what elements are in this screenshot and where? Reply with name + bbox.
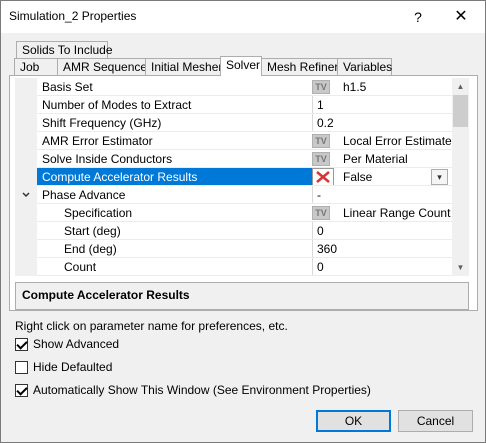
checkbox-box[interactable] bbox=[15, 384, 28, 397]
property-value[interactable]: Local Error Estimate bbox=[343, 132, 452, 150]
property-name[interactable]: Compute Accelerator Results bbox=[42, 168, 197, 186]
scroll-thumb[interactable] bbox=[453, 95, 468, 127]
property-row[interactable]: Specification TV Linear Range Count bbox=[15, 204, 452, 222]
property-value[interactable]: 0.2 bbox=[317, 114, 334, 132]
property-name[interactable]: Phase Advance bbox=[42, 186, 125, 204]
scroll-down-icon[interactable]: ▼ bbox=[452, 259, 469, 276]
tv-icon[interactable]: TV bbox=[312, 134, 330, 148]
row-gutter bbox=[15, 114, 37, 132]
property-row[interactable]: Count 0 bbox=[15, 258, 452, 276]
row-divider bbox=[37, 275, 452, 276]
property-value[interactable]: h1.5 bbox=[343, 78, 366, 96]
property-row[interactable]: Number of Modes to Extract 1 bbox=[15, 96, 452, 114]
property-row[interactable]: Phase Advance - bbox=[15, 186, 452, 204]
row-gutter bbox=[15, 204, 37, 222]
column-separator bbox=[312, 240, 313, 258]
checkbox-label: Hide Defaulted bbox=[33, 360, 113, 374]
checkbox-label: Show Advanced bbox=[33, 337, 120, 351]
scroll-up-icon[interactable]: ▲ bbox=[452, 78, 469, 95]
ok-button[interactable]: OK bbox=[316, 410, 391, 432]
window-title: Simulation_2 Properties bbox=[9, 9, 137, 23]
row-gutter bbox=[15, 168, 37, 186]
false-x-icon[interactable] bbox=[312, 168, 334, 186]
property-name[interactable]: Solve Inside Conductors bbox=[42, 150, 172, 168]
property-name[interactable]: Count bbox=[64, 258, 96, 276]
close-icon[interactable]: ✕ bbox=[447, 4, 475, 30]
row-gutter bbox=[15, 78, 37, 96]
tv-icon[interactable]: TV bbox=[312, 152, 330, 166]
property-value[interactable]: - bbox=[317, 186, 321, 204]
property-row[interactable]: End (deg) 360 bbox=[15, 240, 452, 258]
property-name[interactable]: Basis Set bbox=[42, 78, 93, 96]
row-gutter bbox=[15, 132, 37, 150]
property-name[interactable]: Number of Modes to Extract bbox=[42, 96, 191, 114]
property-value[interactable]: 360 bbox=[317, 240, 337, 258]
property-value[interactable]: Per Material bbox=[343, 150, 408, 168]
row-gutter bbox=[15, 150, 37, 168]
tv-icon[interactable]: TV bbox=[312, 206, 330, 220]
row-gutter bbox=[15, 258, 37, 276]
property-row[interactable]: Solve Inside Conductors TV Per Material bbox=[15, 150, 452, 168]
property-value[interactable]: 0 bbox=[317, 222, 324, 240]
checkbox-label: Automatically Show This Window (See Envi… bbox=[33, 383, 371, 397]
property-grid-scrollbar[interactable]: ▲ ▼ bbox=[452, 78, 469, 276]
property-row[interactable]: AMR Error Estimator TV Local Error Estimat… bbox=[15, 132, 452, 150]
row-gutter bbox=[15, 240, 37, 258]
column-separator bbox=[312, 222, 313, 240]
cancel-button[interactable]: Cancel bbox=[398, 410, 473, 432]
checkbox-box[interactable] bbox=[15, 361, 28, 374]
property-name[interactable]: AMR Error Estimator bbox=[42, 132, 153, 150]
row-gutter bbox=[15, 186, 37, 204]
row-gutter bbox=[15, 96, 37, 114]
property-name[interactable]: Specification bbox=[64, 204, 132, 222]
property-row[interactable]: Start (deg) 0 bbox=[15, 222, 452, 240]
property-value[interactable]: 1 bbox=[317, 96, 324, 114]
property-row[interactable]: Shift Frequency (GHz) 0.2 bbox=[15, 114, 452, 132]
property-description: Compute Accelerator Results bbox=[15, 282, 469, 310]
property-row[interactable]: Compute Accelerator Results False ▾ bbox=[15, 168, 452, 186]
property-name[interactable]: End (deg) bbox=[64, 240, 117, 258]
property-name[interactable]: Shift Frequency (GHz) bbox=[42, 114, 161, 132]
column-separator bbox=[312, 96, 313, 114]
property-grid: Basis Set TV h1.5 Number of Modes to Extrac… bbox=[15, 78, 452, 276]
checkbox-box[interactable] bbox=[15, 338, 28, 351]
tab-solver[interactable]: Solver bbox=[220, 56, 262, 76]
row-gutter bbox=[15, 222, 37, 240]
property-row[interactable]: Basis Set TV h1.5 bbox=[15, 78, 452, 96]
help-icon[interactable]: ? bbox=[405, 4, 431, 30]
property-value[interactable]: False bbox=[343, 168, 372, 186]
property-name[interactable]: Start (deg) bbox=[64, 222, 121, 240]
column-separator bbox=[312, 114, 313, 132]
tv-icon[interactable]: TV bbox=[312, 80, 330, 94]
hint-text: Right click on parameter name for prefer… bbox=[15, 319, 288, 333]
title-bar: Simulation_2 Properties ? ✕ bbox=[1, 1, 485, 33]
property-value[interactable]: 0 bbox=[317, 258, 324, 276]
dropdown-arrow-icon[interactable]: ▾ bbox=[431, 169, 448, 185]
property-value[interactable]: Linear Range Count bbox=[343, 204, 450, 222]
chevron-down-icon[interactable] bbox=[15, 186, 37, 204]
column-separator bbox=[312, 258, 313, 276]
column-separator bbox=[312, 186, 313, 204]
